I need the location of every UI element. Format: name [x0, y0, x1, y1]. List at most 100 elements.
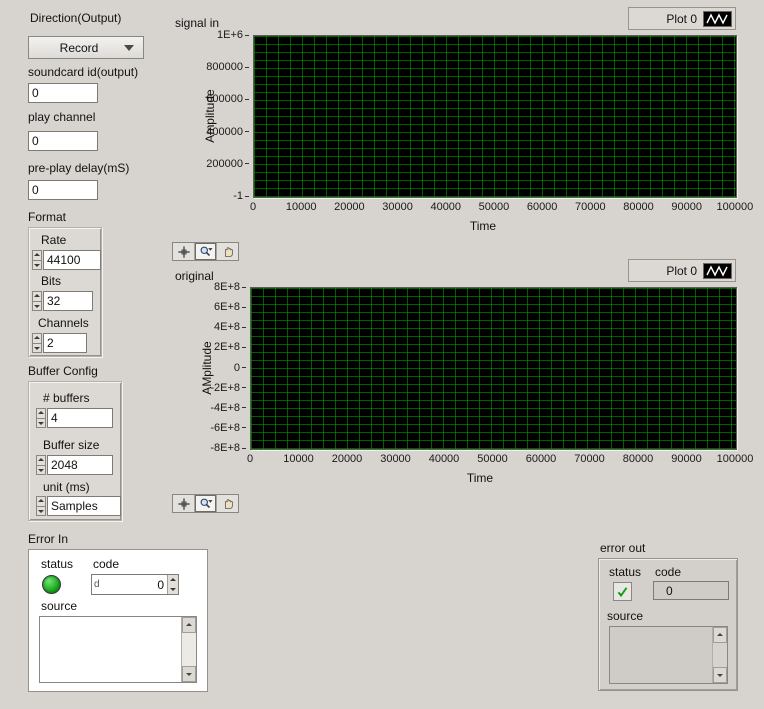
- increment-decrement-icon[interactable]: [32, 291, 42, 311]
- increment-decrement-icon[interactable]: [167, 575, 178, 594]
- axis-tick-label: 2E+8: [214, 341, 246, 353]
- bits-control[interactable]: 32: [32, 291, 93, 311]
- direction-ring-control[interactable]: Record: [28, 36, 144, 59]
- error-in-cluster: status code d 0 source: [28, 549, 208, 692]
- original-legend[interactable]: Plot 0: [628, 259, 736, 282]
- original-x-axis: 0100002000030000400005000060000700008000…: [226, 453, 759, 465]
- signal-in-legend[interactable]: Plot 0: [628, 7, 736, 30]
- bits-label: Bits: [41, 274, 61, 288]
- original-plot-area[interactable]: [250, 287, 737, 450]
- error-out-cluster: status code 0 source: [598, 558, 738, 691]
- axis-tick-label: 100000: [711, 201, 759, 213]
- pan-hand-icon[interactable]: [217, 243, 238, 260]
- axis-tick-label: 70000: [566, 453, 614, 465]
- increment-decrement-icon[interactable]: [36, 455, 46, 475]
- signal-in-plot-area[interactable]: [253, 35, 737, 198]
- axis-tick-label: 10000: [277, 201, 325, 213]
- bits-field[interactable]: 32: [43, 291, 93, 311]
- axis-tick-label: -6E+8: [210, 422, 246, 434]
- error-in-title: Error In: [28, 532, 68, 546]
- error-in-code-value: 0: [102, 578, 167, 592]
- direction-label: Direction(Output): [30, 11, 121, 25]
- direction-value: Record: [60, 41, 99, 55]
- scroll-up-icon[interactable]: [182, 617, 196, 633]
- axis-tick-label: 70000: [566, 201, 614, 213]
- num-buffers-control[interactable]: 4: [36, 408, 113, 428]
- original-graph-palette[interactable]: [172, 494, 239, 513]
- axis-tick-label: 50000: [469, 453, 517, 465]
- soundcard-id-field[interactable]: 0: [28, 83, 98, 103]
- error-in-code-field[interactable]: d 0: [91, 574, 179, 595]
- status-checkmark-icon: [613, 582, 632, 601]
- status-led-icon[interactable]: [42, 575, 61, 594]
- scrollbar[interactable]: [712, 627, 727, 683]
- axis-tick-label: 40000: [422, 201, 470, 213]
- scroll-down-icon[interactable]: [713, 667, 727, 683]
- num-buffers-field[interactable]: 4: [47, 408, 113, 428]
- channels-control[interactable]: 2: [32, 333, 87, 353]
- axis-tick-label: 20000: [325, 201, 373, 213]
- unit-label: unit (ms): [43, 480, 90, 494]
- pan-hand-icon[interactable]: [217, 495, 238, 512]
- axis-tick-label: 0: [234, 362, 246, 374]
- scrollbar[interactable]: [181, 617, 196, 682]
- error-in-source-field[interactable]: [39, 616, 197, 683]
- axis-tick-label: 50000: [470, 201, 518, 213]
- axis-tick-label: 30000: [372, 453, 420, 465]
- error-out-code-field: 0: [653, 581, 729, 600]
- buffer-size-field[interactable]: 2048: [47, 455, 113, 475]
- channels-label: Channels: [38, 316, 89, 330]
- unit-field[interactable]: Samples: [47, 496, 121, 516]
- axis-tick-label: 60000: [517, 453, 565, 465]
- axis-tick-label: 6E+8: [214, 301, 246, 313]
- chevron-down-icon[interactable]: [124, 45, 134, 56]
- error-out-code-value: 0: [654, 584, 728, 598]
- increment-decrement-icon[interactable]: [32, 250, 42, 270]
- scroll-down-icon[interactable]: [182, 666, 196, 682]
- play-channel-field[interactable]: 0: [28, 131, 98, 151]
- error-out-source-label: source: [607, 609, 643, 623]
- error-in-status-label: status: [41, 557, 73, 571]
- scroll-up-icon[interactable]: [713, 627, 727, 643]
- axis-tick-label: 0: [229, 201, 277, 213]
- axis-tick-label: 100000: [711, 453, 759, 465]
- axis-tick-label: 90000: [663, 201, 711, 213]
- rate-field[interactable]: 44100: [43, 250, 101, 270]
- cursor-crosshair-icon[interactable]: [173, 495, 195, 512]
- axis-tick-label: 20000: [323, 453, 371, 465]
- axis-tick-label: 80000: [615, 201, 663, 213]
- signal-in-ylabel: Amplitude: [203, 56, 217, 176]
- channels-field[interactable]: 2: [43, 333, 87, 353]
- signal-in-x-axis: 0100002000030000400005000060000700008000…: [229, 201, 759, 213]
- unit-control[interactable]: Samples: [36, 496, 121, 516]
- cursor-crosshair-icon[interactable]: [173, 243, 195, 260]
- axis-tick-label: 80000: [614, 453, 662, 465]
- increment-decrement-icon[interactable]: [36, 496, 46, 516]
- axis-tick-label: 10000: [275, 453, 323, 465]
- zoom-magnifier-icon[interactable]: [195, 495, 217, 512]
- waveform-icon: [703, 11, 732, 27]
- preplay-delay-field[interactable]: 0: [28, 180, 98, 200]
- rate-control[interactable]: 44100: [32, 250, 101, 270]
- radix-indicator: d: [92, 579, 102, 590]
- axis-tick-label: 1E+6: [217, 29, 249, 41]
- axis-tick-label: 0: [226, 453, 274, 465]
- num-buffers-label: # buffers: [43, 391, 89, 405]
- labview-front-panel: Direction(Output) Record soundcard id(ou…: [0, 0, 764, 709]
- axis-tick-label: -2E+8: [210, 382, 246, 394]
- increment-decrement-icon[interactable]: [32, 333, 42, 353]
- axis-tick-label: 8E+8: [214, 281, 246, 293]
- rate-label: Rate: [41, 233, 66, 247]
- signal-in-graph-palette[interactable]: [172, 242, 239, 261]
- axis-tick-label: 30000: [374, 201, 422, 213]
- play-channel-label: play channel: [28, 110, 95, 124]
- increment-decrement-icon[interactable]: [36, 408, 46, 428]
- original-ylabel: AMplitude: [200, 308, 214, 428]
- axis-tick-label: -4E+8: [210, 402, 246, 414]
- zoom-magnifier-icon[interactable]: [195, 243, 217, 260]
- format-group: Rate 44100 Bits 32 Channels 2: [28, 227, 102, 357]
- error-out-code-label: code: [655, 565, 681, 579]
- signal-in-y-axis: 1E+6800000600000400000200000-1: [193, 29, 249, 202]
- error-out-title: error out: [600, 541, 645, 555]
- buffer-size-control[interactable]: 2048: [36, 455, 113, 475]
